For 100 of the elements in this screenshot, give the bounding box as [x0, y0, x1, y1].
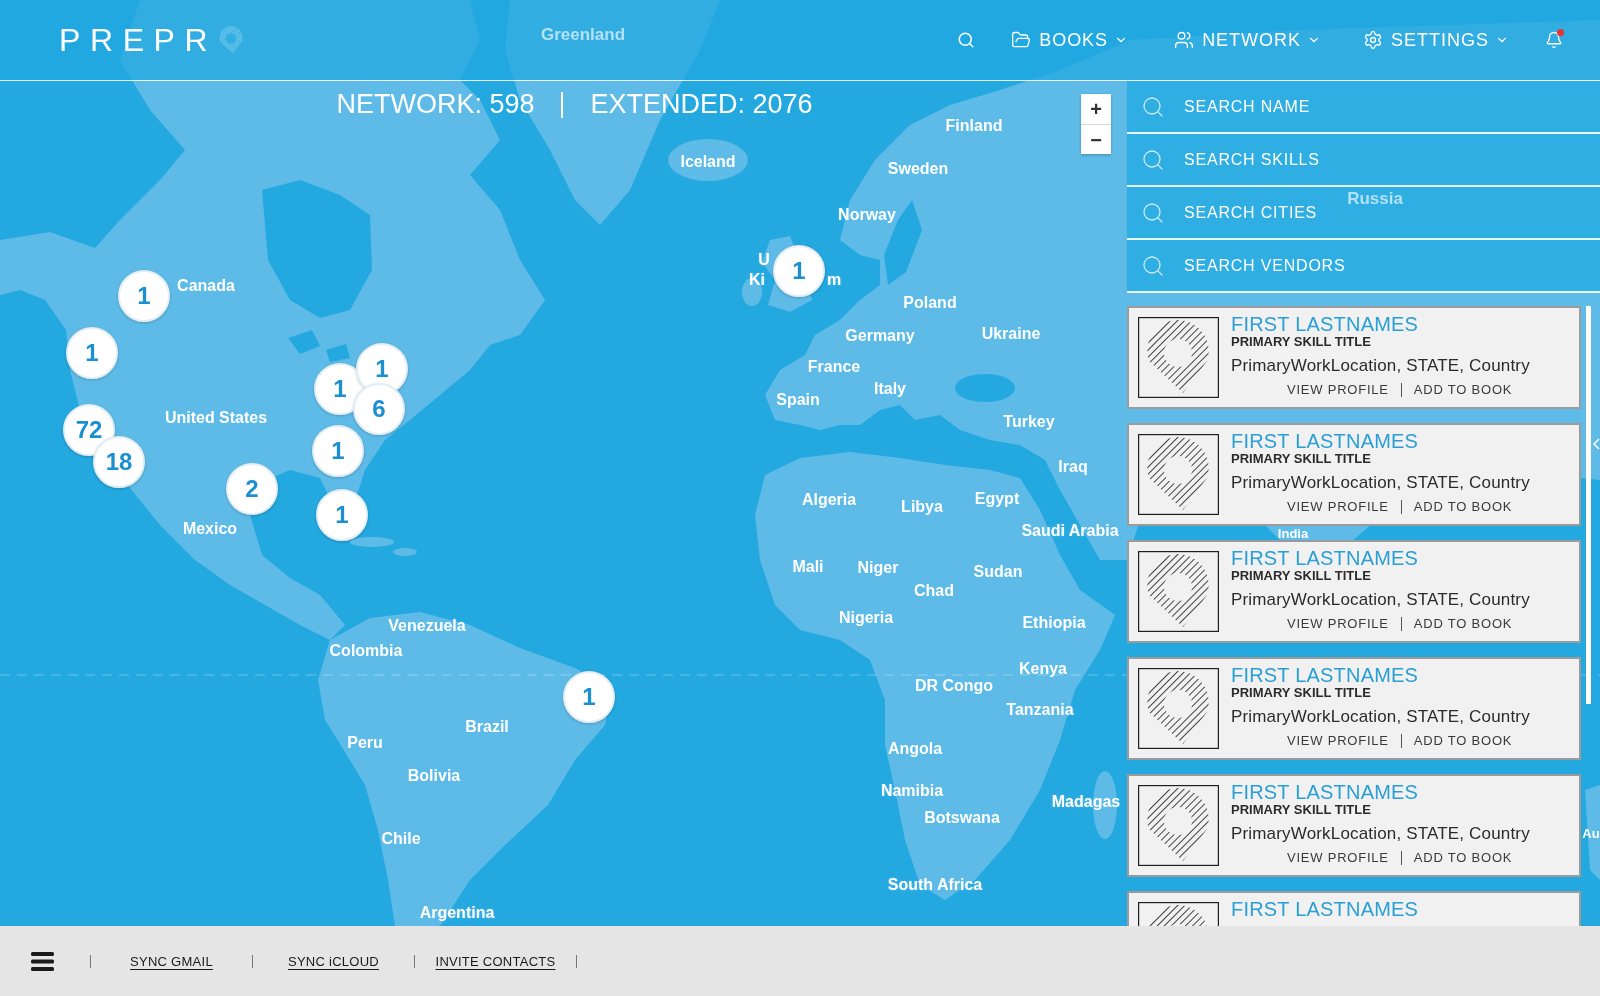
country-label: Angola — [887, 741, 943, 757]
country-label: Finland — [945, 118, 1003, 134]
country-label: Niger — [857, 560, 899, 576]
network-count: NETWORK: 598 — [336, 89, 535, 120]
country-label: Mali — [792, 559, 824, 575]
lake — [288, 330, 320, 354]
sea — [955, 374, 1015, 402]
country-label: Chile — [381, 831, 421, 847]
footer-link[interactable]: SYNC GMAIL — [130, 954, 213, 968]
person-name: FIRST LASTNAMES — [1231, 664, 1420, 686]
country-label: Spain — [776, 392, 820, 408]
country-label: Argentina — [419, 905, 495, 921]
scrollbar-thumb[interactable] — [1586, 306, 1591, 704]
settings-icon — [1363, 30, 1384, 50]
country-label: U — [758, 252, 770, 268]
notifications-button[interactable] — [1544, 29, 1564, 51]
pin-logo-icon — [1138, 317, 1219, 398]
search-icon — [1141, 253, 1165, 278]
search-field[interactable]: SEARCH VENDORS — [1127, 240, 1600, 293]
country-label: DR Congo — [914, 678, 994, 694]
skill-title: PRIMARY SKILL TITLE — [1231, 452, 1372, 465]
zoom-out-button[interactable]: − — [1081, 124, 1111, 154]
country-label: Tanzania — [1006, 702, 1074, 718]
country-label: Colombia — [329, 643, 403, 659]
pin-logo-icon — [1138, 434, 1219, 515]
country-label: Sweden — [887, 161, 949, 177]
add-to-book-link[interactable]: ADD TO BOOK — [1413, 733, 1513, 749]
country-label: Au — [1582, 826, 1600, 840]
country-label: Algeria — [801, 492, 857, 508]
view-profile-link[interactable]: VIEW PROFILE — [1287, 850, 1389, 866]
country-label: Ki — [749, 272, 765, 288]
menu-button[interactable] — [31, 951, 54, 971]
country-label: Germany — [845, 328, 915, 344]
view-profile-link[interactable]: VIEW PROFILE — [1287, 499, 1389, 515]
person-name: FIRST LASTNAMES — [1231, 898, 1419, 920]
skill-title: PRIMARY SKILL TITLE — [1231, 803, 1372, 816]
country-label: United States — [164, 410, 268, 426]
country-label: Norway — [838, 207, 896, 223]
country-label: Brazil — [465, 719, 509, 735]
pin-logo-icon — [1138, 668, 1219, 749]
search-icon — [1141, 94, 1165, 119]
person-name: FIRST LASTNAMES — [1231, 430, 1420, 452]
search-input[interactable]: SEARCH SKILLS — [1184, 144, 1574, 175]
skill-title: PRIMARY SKILL TITLE — [1231, 569, 1372, 582]
logo-text: PREPR — [59, 24, 218, 56]
view-profile-link[interactable]: VIEW PROFILE — [1287, 733, 1389, 749]
search-icon — [957, 31, 976, 49]
pin-logo-icon — [1138, 785, 1219, 866]
location-text: PrimaryWorkLocation, STATE, Country — [1231, 472, 1530, 494]
country-label: Sudan — [973, 564, 1023, 580]
country-label: India — [1277, 526, 1309, 540]
add-to-book-link[interactable]: ADD TO BOOK — [1413, 616, 1513, 632]
search-input[interactable]: SEARCH VENDORS — [1184, 250, 1574, 281]
folder-icon — [1011, 30, 1032, 50]
country-label: Turkey — [1003, 414, 1055, 430]
location-text: PrimaryWorkLocation, STATE, Country — [1231, 706, 1530, 728]
search-icon — [1141, 147, 1165, 172]
location-text: PrimaryWorkLocation, STATE, Country — [1231, 589, 1530, 611]
country-label: Botswana — [924, 810, 1000, 826]
country-label: Saudi Arabia — [1021, 523, 1119, 539]
view-profile-link[interactable]: VIEW PROFILE — [1287, 382, 1389, 398]
add-to-book-link[interactable]: ADD TO BOOK — [1413, 499, 1513, 515]
country-label: Namibia — [880, 783, 944, 799]
zoom-in-button[interactable]: + — [1081, 94, 1111, 124]
search-icon — [1141, 200, 1165, 225]
add-to-book-link[interactable]: ADD TO BOOK — [1413, 850, 1513, 866]
country-label: Bolivia — [407, 768, 461, 784]
search-field[interactable]: SEARCH SKILLS — [1127, 134, 1600, 187]
country-label: Peru — [347, 735, 383, 751]
location-text: PrimaryWorkLocation, STATE, Country — [1231, 355, 1530, 377]
view-profile-link[interactable]: VIEW PROFILE — [1287, 616, 1389, 632]
menu-icon — [31, 951, 54, 971]
country-label: France — [807, 359, 861, 375]
country-label: Nigeria — [838, 610, 894, 626]
footer-link[interactable]: SYNC iCLOUD — [288, 954, 379, 968]
country-label: Ethiopia — [1022, 615, 1086, 631]
country-label: Greenland — [540, 25, 626, 43]
bell-icon — [1545, 31, 1563, 49]
country-label: Canada — [177, 278, 235, 294]
country-label: Italy — [874, 381, 906, 397]
person-name: FIRST LASTNAMES — [1231, 781, 1420, 803]
extended-count: EXTENDED: 2076 — [590, 89, 813, 120]
people-icon — [1174, 30, 1195, 50]
search-input[interactable]: SEARCH NAME — [1184, 91, 1574, 122]
country-label: Ukraine — [981, 326, 1041, 342]
country-label: Russia — [1347, 189, 1403, 207]
chevron-left-icon[interactable] — [1593, 438, 1600, 450]
footer-link[interactable]: INVITE CONTACTS — [435, 954, 556, 968]
country-label: Poland — [903, 295, 957, 311]
country-label: Chad — [914, 583, 954, 599]
pin-logo-icon — [217, 26, 246, 54]
person-name: FIRST LASTNAMES — [1231, 547, 1420, 569]
country-label: Mexico — [182, 521, 238, 537]
skill-title: PRIMARY SKILL TITLE — [1231, 335, 1372, 348]
add-to-book-link[interactable]: ADD TO BOOK — [1413, 382, 1513, 398]
person-name: FIRST LASTNAMES — [1231, 313, 1420, 335]
location-text: PrimaryWorkLocation, STATE, Country — [1231, 823, 1530, 845]
search-field[interactable]: SEARCH NAME — [1127, 81, 1600, 134]
country-label: South Africa — [887, 877, 983, 893]
country-label: Venezuela — [388, 618, 466, 634]
